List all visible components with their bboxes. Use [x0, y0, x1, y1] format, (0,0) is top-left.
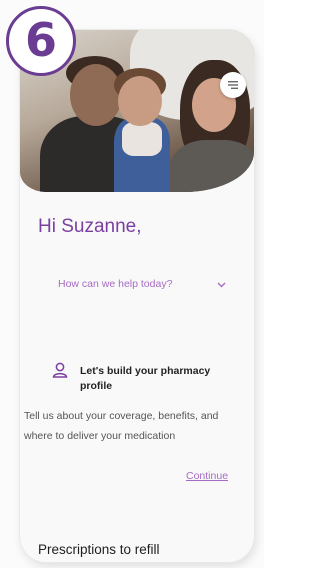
photo-child-shirt	[122, 122, 162, 156]
step-number-badge: 6	[6, 6, 76, 76]
photo-child-face	[118, 76, 162, 126]
chevron-down-icon	[217, 275, 226, 293]
prescriptions-section-title: Prescriptions to refill	[38, 542, 160, 557]
phone-frame: Hi Suzanne, How can we help today? Let's…	[20, 30, 254, 562]
step-number: 6	[24, 13, 57, 67]
card-description: Tell us about your coverage, benefits, a…	[24, 410, 219, 442]
screen: 6 Hi Suzanne, How can we help today? Let…	[0, 0, 264, 568]
photo-man-face	[70, 64, 122, 126]
card-title: Let's build your pharmacy profile	[80, 365, 211, 392]
user-icon	[52, 362, 68, 383]
continue-link[interactable]: Continue	[186, 470, 228, 482]
hamburger-icon	[227, 80, 239, 90]
menu-button[interactable]	[220, 72, 246, 98]
photo-woman-body	[170, 140, 254, 192]
help-dropdown[interactable]: How can we help today?	[58, 274, 230, 294]
help-dropdown-label: How can we help today?	[58, 278, 173, 290]
greeting-title: Hi Suzanne,	[38, 216, 142, 237]
